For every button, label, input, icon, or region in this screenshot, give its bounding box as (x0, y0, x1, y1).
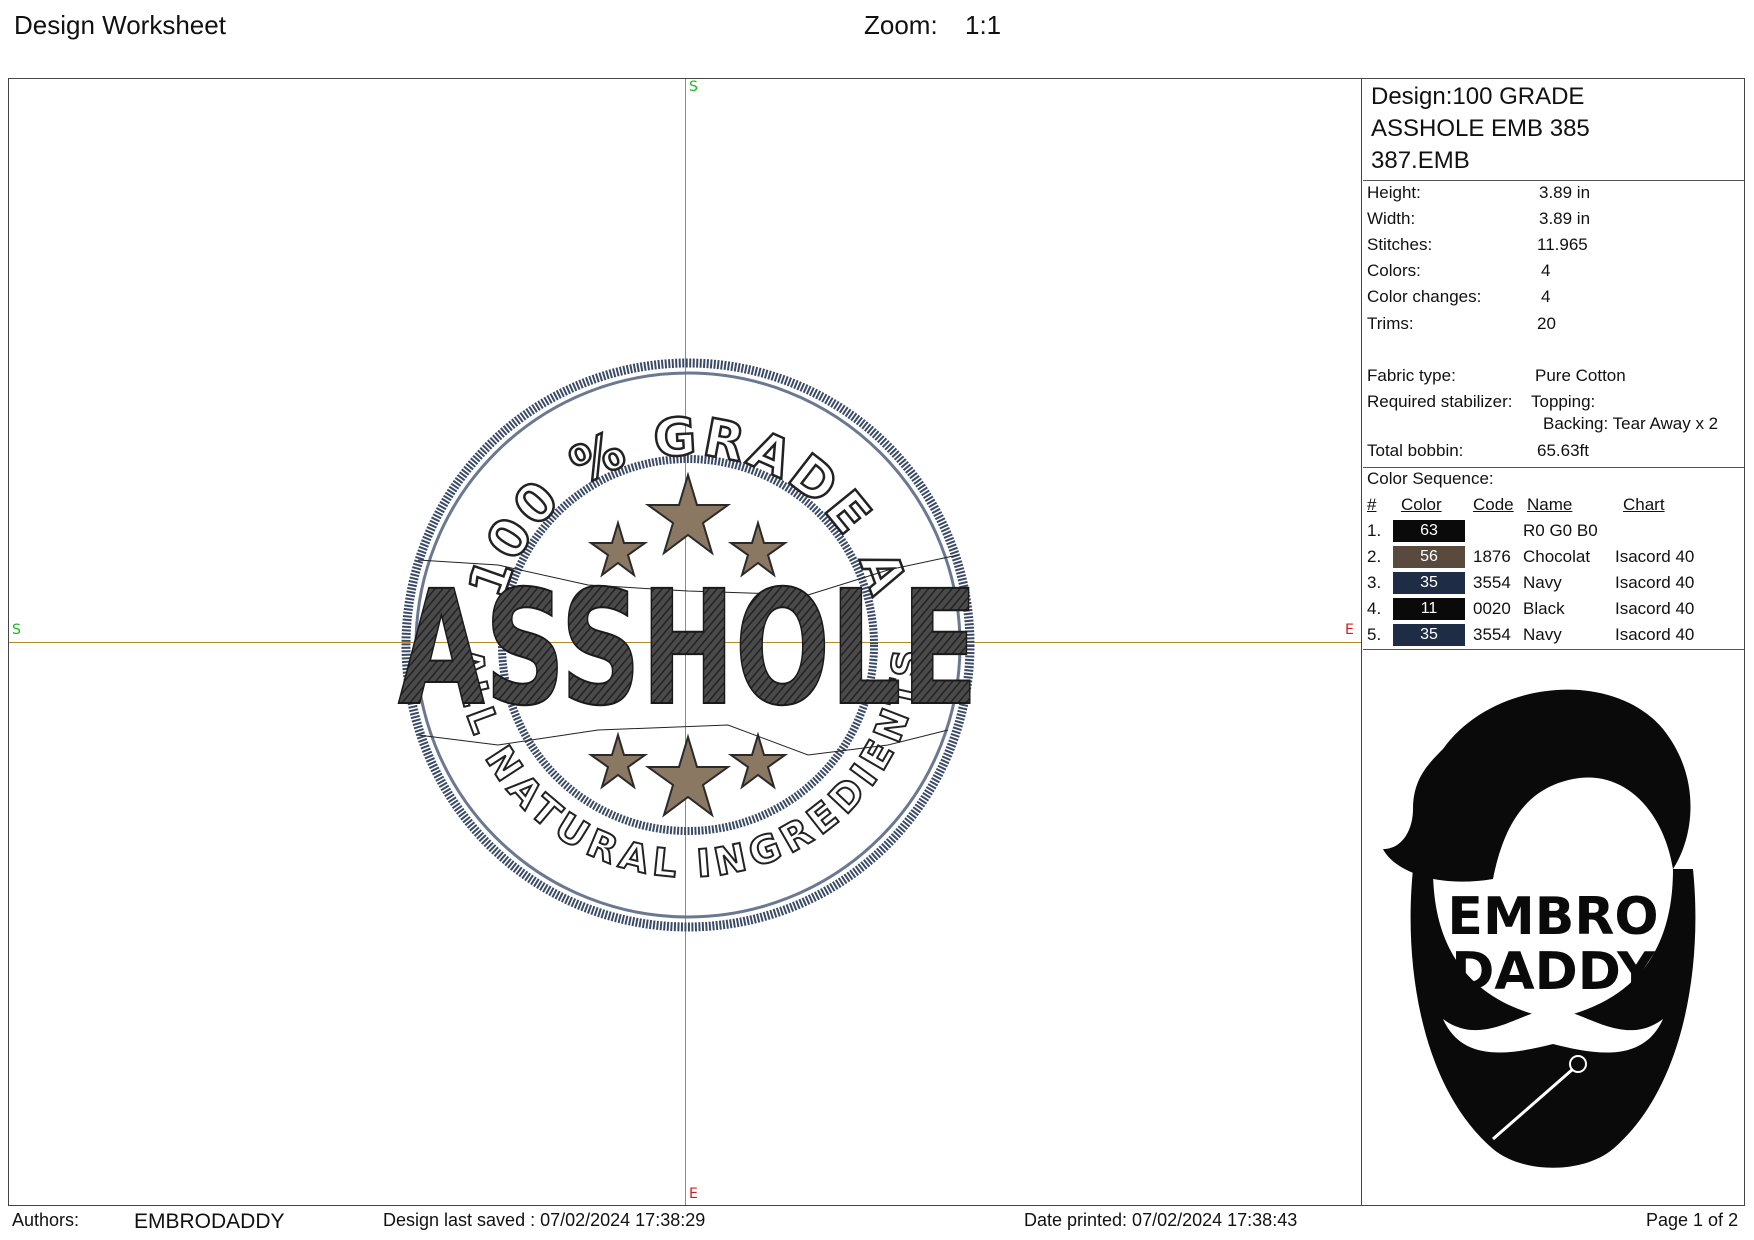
seq-num: 3. (1367, 573, 1382, 592)
seq-chart: Isacord 40 (1615, 599, 1695, 618)
axis-label-right: E (1345, 622, 1354, 638)
color-sequence-row[interactable]: 2. 56 1876 Chocolat Isacord 40 (1367, 545, 1748, 569)
seq-name: R0 G0 B0 (1523, 521, 1598, 540)
zoom-label: Zoom: (864, 10, 938, 40)
embroidery-design[interactable]: 100 % GRADE A ALL NATURAL INGREDIENTS AS… (388, 345, 988, 945)
thread-color-swatch: 35 (1393, 572, 1465, 594)
authors-label: Authors: (12, 1210, 80, 1230)
axis-label-bottom: E (689, 1186, 698, 1202)
logo-text-line1: EMBRO (1447, 887, 1658, 947)
thread-color-swatch: 56 (1393, 546, 1465, 568)
color-sequence-list: 1. 63 R0 G0 B0 2. 56 1876 Chocolat Isacord 40 3.… (1367, 519, 1744, 649)
seq-chart: Isacord 40 (1615, 625, 1695, 644)
page-number: Page 1 of 2 (1646, 1210, 1739, 1230)
color-sequence-row[interactable]: 4. 11 0020 Black Isacord 40 (1367, 597, 1748, 621)
seq-chart: Isacord 40 (1615, 547, 1695, 566)
seq-code: 0020 (1473, 599, 1511, 618)
main-word: ASSHOLE (398, 557, 978, 741)
hair-shape (1383, 689, 1691, 882)
page-title: Design Worksheet (14, 10, 226, 40)
color-sequence-row[interactable]: 3. 35 3554 Navy Isacord 40 (1367, 571, 1748, 595)
embrodaddy-logo: EMBRO DADDY (1383, 689, 1696, 1168)
seq-name: Black (1523, 599, 1565, 618)
last-saved: Design last saved : 07/02/2024 17:38:29 (383, 1210, 706, 1230)
seq-name: Navy (1523, 625, 1562, 644)
seq-code: 1876 (1473, 547, 1511, 566)
thread-color-swatch: 63 (1393, 520, 1465, 542)
axis-label-left: S (12, 622, 21, 638)
color-sequence-header: # Color Code Name Chart (1367, 495, 1665, 514)
color-sequence-row[interactable]: 1. 63 R0 G0 B0 (1367, 519, 1748, 543)
logo-text-line2: DADDY (1451, 942, 1656, 1002)
design-title: Design:100 GRADE ASSHOLE EMB 385 387.EMB (1371, 83, 1590, 174)
divider (1363, 649, 1744, 650)
seq-code: 3554 (1473, 625, 1511, 644)
seq-chart: Isacord 40 (1615, 573, 1695, 592)
seq-num: 4. (1367, 599, 1382, 618)
authors-value: EMBRODADDY (134, 1210, 285, 1233)
seq-num: 2. (1367, 547, 1382, 566)
seq-num: 5. (1367, 625, 1382, 644)
color-sequence-row[interactable]: 5. 35 3554 Navy Isacord 40 (1367, 623, 1748, 647)
design-canvas[interactable]: S S E E 100 % GRADE A ALL NATURAL INGRED… (9, 79, 1362, 1205)
color-sequence-title: Color Sequence: (1367, 469, 1494, 488)
thread-color-swatch: 35 (1393, 624, 1465, 646)
seq-num: 1. (1367, 521, 1382, 540)
divider (1363, 180, 1744, 181)
axis-label-top: S (689, 79, 698, 95)
seq-name: Chocolat (1523, 547, 1591, 566)
design-info-panel: Design:100 GRADE ASSHOLE EMB 385 387.EMB… (1363, 79, 1744, 1205)
thread-color-swatch: 11 (1393, 598, 1465, 620)
seq-code: 3554 (1473, 573, 1511, 592)
date-printed: Date printed: 07/02/2024 17:38:43 (1024, 1210, 1298, 1230)
seq-name: Navy (1523, 573, 1562, 592)
zoom-value[interactable]: 1:1 (965, 10, 1001, 41)
divider (1363, 467, 1744, 468)
